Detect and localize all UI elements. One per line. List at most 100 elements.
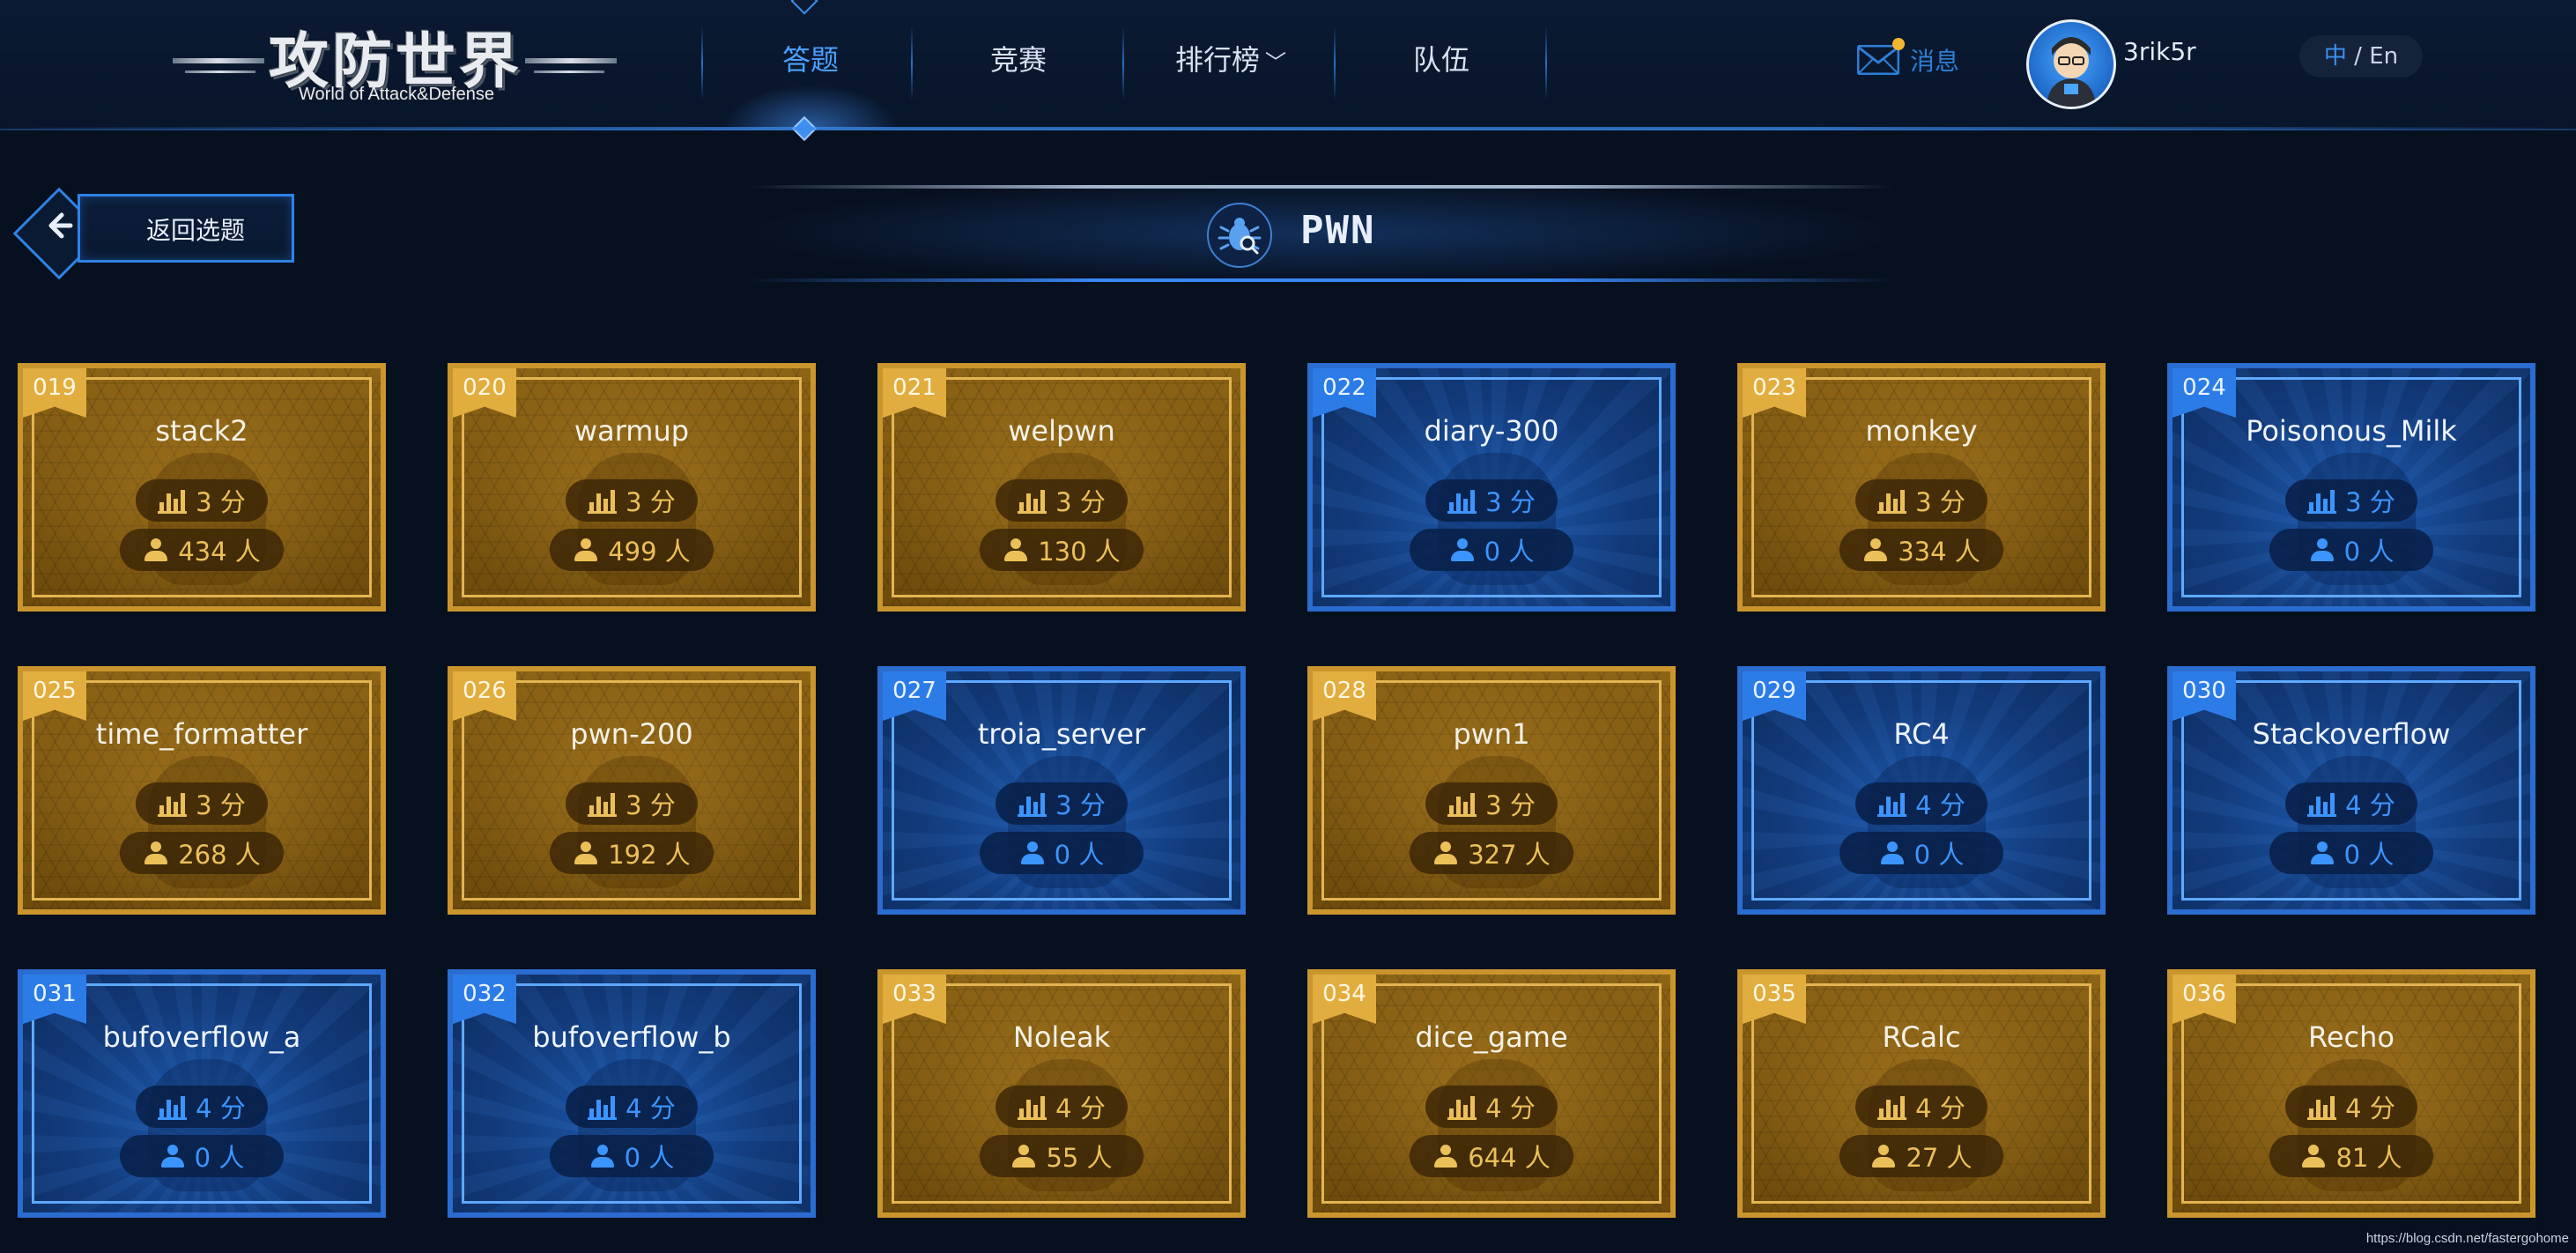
score-value: 3 分 bbox=[625, 487, 676, 517]
nav-divider bbox=[1334, 26, 1336, 100]
solvers-badge: 0 人 bbox=[550, 1135, 714, 1177]
nav-item-team[interactable]: 队伍 bbox=[1353, 35, 1529, 85]
bar-chart-icon bbox=[1877, 791, 1907, 817]
card-title: Poisonous_Milk bbox=[2246, 414, 2457, 448]
solvers-value: 268 人 bbox=[178, 840, 261, 870]
challenge-card[interactable]: 032 bufoverflow_b 4 分0 人 bbox=[448, 969, 816, 1218]
chevron-down-icon: ﹀ bbox=[1265, 50, 1286, 75]
category-title: PWN bbox=[1300, 208, 1376, 253]
bar-chart-icon bbox=[1018, 1094, 1047, 1120]
score-badge: 3 分 bbox=[1855, 479, 1988, 522]
card-title: Recho bbox=[2308, 1020, 2395, 1054]
challenge-card[interactable]: 021 welpwn 3 分 130 人 bbox=[877, 363, 1246, 612]
user-icon bbox=[2300, 1145, 2327, 1168]
score-value: 4 分 bbox=[1485, 1094, 1536, 1123]
solvers-badge: 130 人 bbox=[980, 529, 1144, 571]
score-badge: 4 分 bbox=[2285, 782, 2417, 825]
solvers-value: 0 人 bbox=[2343, 537, 2395, 567]
challenge-card[interactable]: 029 RC4 4 分0 人 bbox=[1737, 666, 2106, 915]
score-badge: 3 分 bbox=[566, 479, 698, 522]
nav-active-top-marker bbox=[790, 0, 818, 15]
bar-chart-icon bbox=[158, 791, 188, 817]
score-value: 3 分 bbox=[196, 790, 246, 820]
score-badge: 4 分 bbox=[1855, 1086, 1988, 1128]
user-icon bbox=[143, 538, 169, 561]
score-badge: 3 分 bbox=[1425, 479, 1558, 522]
challenge-card[interactable]: 030 Stackoverflow 4 分0 人 bbox=[2167, 666, 2535, 915]
solvers-badge: 268 人 bbox=[120, 832, 284, 874]
card-title: bufoverflow_a bbox=[102, 1020, 301, 1054]
watermark-url: https://blog.csdn.net/fastergohome bbox=[2365, 1231, 2569, 1246]
solvers-badge: 327 人 bbox=[1410, 832, 1573, 874]
score-badge: 4 分 bbox=[1425, 1086, 1558, 1128]
messages-button[interactable]: 消息 bbox=[1856, 38, 1960, 81]
score-badge: 3 分 bbox=[566, 782, 698, 825]
solvers-value: 0 人 bbox=[1913, 840, 1965, 870]
card-title: bufoverflow_b bbox=[532, 1020, 731, 1054]
solvers-badge: 499 人 bbox=[550, 529, 714, 571]
solvers-value: 192 人 bbox=[608, 840, 691, 870]
solvers-badge: 334 人 bbox=[1839, 529, 2003, 571]
nav-divider bbox=[701, 26, 703, 100]
bar-chart-icon bbox=[588, 791, 618, 817]
user-icon bbox=[1003, 538, 1029, 561]
challenge-card[interactable]: 019 stack2 3 分 434 人 bbox=[18, 363, 386, 612]
solvers-value: 0 人 bbox=[2343, 840, 2395, 870]
score-value: 3 分 bbox=[196, 487, 246, 517]
challenge-card[interactable]: 024 Poisonous_Milk 3 分0 人 bbox=[2167, 363, 2535, 612]
back-to-categories-button[interactable]: 返回选题 bbox=[12, 187, 300, 280]
user-icon bbox=[589, 1145, 616, 1168]
nav-item-competition[interactable]: 竞赛 bbox=[930, 35, 1107, 85]
card-title: dice_game bbox=[1415, 1020, 1568, 1054]
site-logo[interactable]: 攻防世界 World of Attack&Defense bbox=[173, 12, 617, 109]
bar-chart-icon bbox=[2307, 1094, 2337, 1120]
score-value: 3 分 bbox=[1485, 487, 1536, 517]
nav-item-leaderboard[interactable]: 排行榜 ﹀ bbox=[1131, 35, 1330, 85]
solvers-badge: 644 人 bbox=[1410, 1135, 1573, 1177]
challenge-card[interactable]: 027 troia_server 3 分0 人 bbox=[877, 666, 1246, 915]
card-title: pwn1 bbox=[1453, 717, 1530, 751]
challenge-card[interactable]: 033 Noleak 4 分 55 人 bbox=[877, 969, 1246, 1218]
bar-chart-icon bbox=[158, 1094, 188, 1120]
lang-other[interactable]: En bbox=[2369, 43, 2398, 70]
user-icon bbox=[573, 842, 599, 864]
nav-divider bbox=[1545, 26, 1547, 100]
solvers-value: 499 人 bbox=[608, 537, 691, 567]
score-value: 4 分 bbox=[1055, 1094, 1106, 1123]
bar-chart-icon bbox=[588, 488, 618, 514]
language-switcher[interactable]: 中 / En bbox=[2299, 35, 2423, 78]
score-value: 4 分 bbox=[1915, 1094, 1965, 1123]
avatar[interactable] bbox=[2026, 19, 2116, 109]
unread-dot-icon bbox=[1892, 38, 1905, 50]
solvers-value: 130 人 bbox=[1038, 537, 1121, 567]
solvers-value: 0 人 bbox=[1484, 537, 1535, 567]
bar-chart-icon bbox=[1447, 488, 1477, 514]
challenge-card[interactable]: 031 bufoverflow_a 4 分0 人 bbox=[18, 969, 386, 1218]
challenge-card[interactable]: 026 pwn-200 3 分 192 人 bbox=[448, 666, 816, 915]
challenge-card[interactable]: 034 dice_game 4 分 644 人 bbox=[1307, 969, 1676, 1218]
bar-chart-icon bbox=[2307, 791, 2337, 817]
card-title: RC4 bbox=[1893, 717, 1950, 751]
challenge-card[interactable]: 020 warmup 3 分 499 人 bbox=[448, 363, 816, 612]
challenge-card[interactable]: 028 pwn1 3 分 327 人 bbox=[1307, 666, 1676, 915]
challenge-card[interactable]: 035 RCalc 4 分 27 人 bbox=[1737, 969, 2106, 1218]
bar-chart-icon bbox=[1447, 1094, 1477, 1120]
username[interactable]: 3rik5r bbox=[2123, 37, 2196, 66]
nav-divider bbox=[911, 26, 913, 100]
solvers-value: 0 人 bbox=[194, 1143, 245, 1173]
challenge-card[interactable]: 036 Recho 4 分 81 人 bbox=[2167, 969, 2535, 1218]
score-badge: 3 分 bbox=[1425, 782, 1558, 825]
challenge-card[interactable]: 023 monkey 3 分 334 人 bbox=[1737, 363, 2106, 612]
back-button-label: 返回选题 bbox=[78, 194, 294, 263]
score-badge: 4 分 bbox=[566, 1086, 698, 1128]
lang-current[interactable]: 中 bbox=[2324, 43, 2347, 70]
bar-chart-icon bbox=[1877, 1094, 1907, 1120]
solvers-badge: 81 人 bbox=[2269, 1135, 2433, 1177]
nav-item-answer[interactable]: 答题 bbox=[722, 35, 899, 85]
user-icon bbox=[573, 538, 599, 561]
messages-label: 消息 bbox=[1910, 47, 1960, 76]
challenge-card[interactable]: 022 diary-300 3 分0 人 bbox=[1307, 363, 1676, 612]
bar-chart-icon bbox=[158, 488, 188, 514]
score-value: 3 分 bbox=[1055, 487, 1106, 517]
challenge-card[interactable]: 025 time_formatter 3 分 268 人 bbox=[18, 666, 386, 915]
